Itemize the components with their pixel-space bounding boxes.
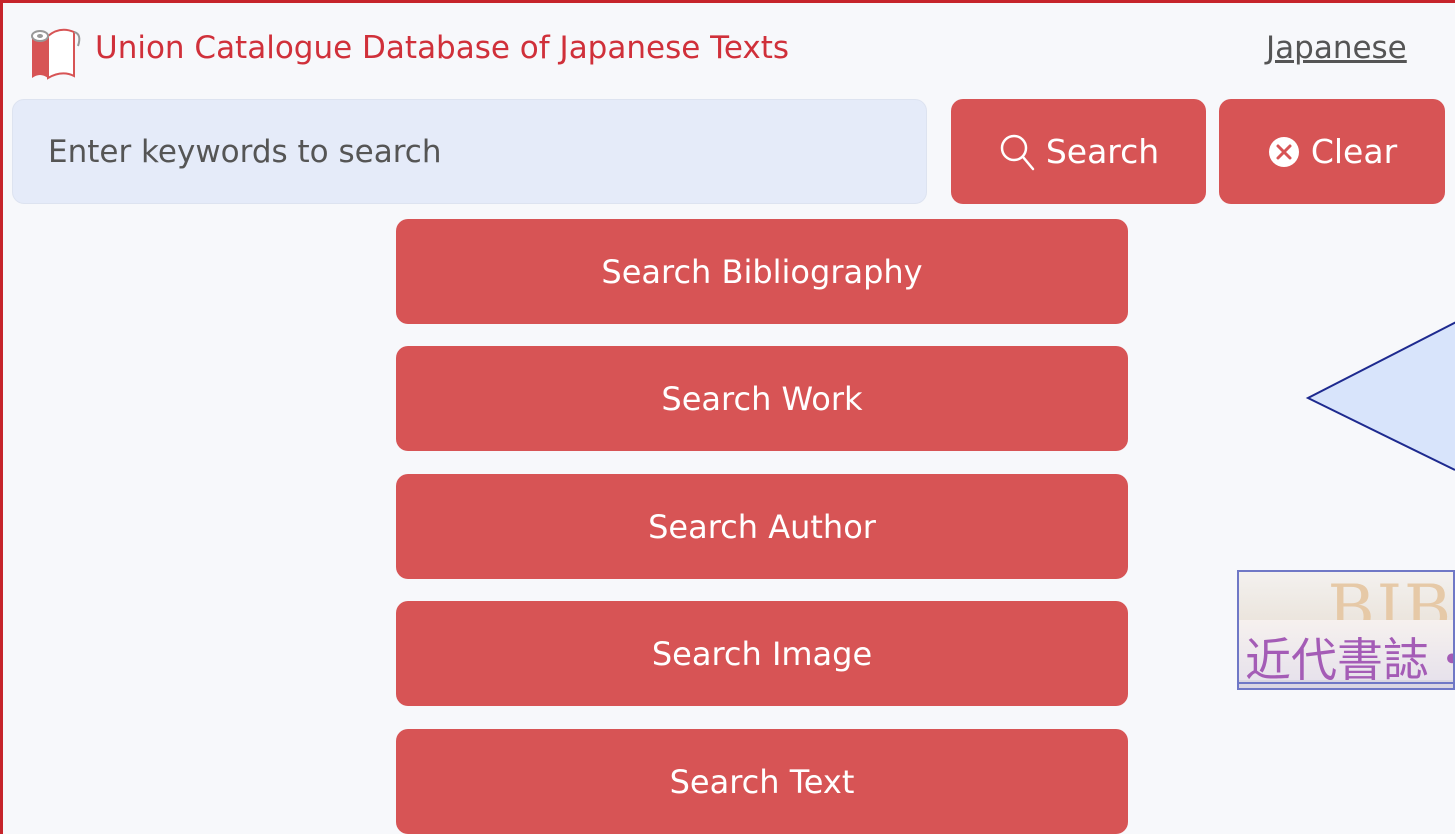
search-icon xyxy=(998,132,1036,172)
search-work-button[interactable]: Search Work xyxy=(396,346,1128,451)
banner-text: 近代書誌・近 xyxy=(1245,633,1453,687)
search-input[interactable] xyxy=(12,99,927,204)
search-author-button[interactable]: Search Author xyxy=(396,474,1128,579)
search-text-button[interactable]: Search Text xyxy=(396,729,1128,834)
search-button-label: Search xyxy=(1045,132,1160,171)
clear-button-label: Clear xyxy=(1310,132,1398,171)
search-button[interactable]: Search xyxy=(951,99,1206,204)
search-bibliography-button[interactable]: Search Bibliography xyxy=(396,219,1128,324)
tooltip-arrow xyxy=(1300,318,1455,477)
search-image-button[interactable]: Search Image xyxy=(396,601,1128,706)
book-scroll-icon xyxy=(26,24,86,82)
language-switch-link[interactable]: Japanese xyxy=(1266,30,1407,66)
site-title[interactable]: Union Catalogue Database of Japanese Tex… xyxy=(95,30,789,66)
close-icon xyxy=(1267,135,1301,169)
clear-button[interactable]: Clear xyxy=(1219,99,1445,204)
modern-bibliography-banner[interactable]: BIB 近代書誌・近 xyxy=(1237,570,1455,690)
